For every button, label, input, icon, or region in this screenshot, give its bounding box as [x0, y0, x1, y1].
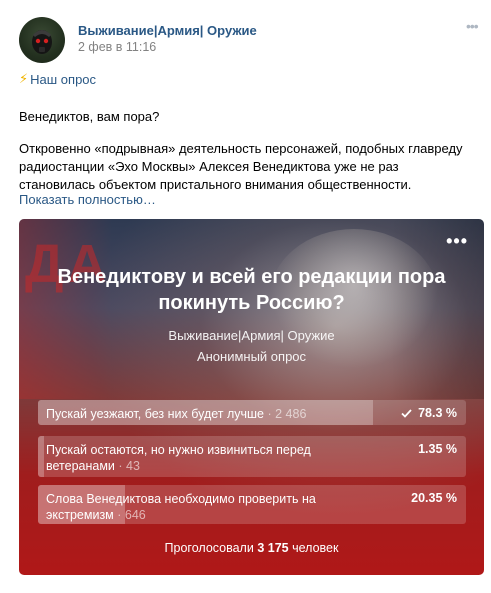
post-text-paragraph: Откровенно «подрывная» деятельность перс…	[19, 141, 463, 192]
poll-answer[interactable]: Пускай уезжают, без них будет лучше · 2 …	[38, 400, 466, 425]
poll-type: Анонимный опрос	[196, 349, 307, 364]
checkmark-icon	[401, 408, 412, 418]
poll: ДА ••• Венедиктову и всей его редакции п…	[19, 219, 484, 575]
more-dots-icon[interactable]: •••	[466, 18, 479, 34]
poll-answer[interactable]: Слова Венедиктова необходимо проверить н…	[38, 485, 466, 524]
poll-answer-percent: 20.35 %	[411, 491, 457, 505]
avatar[interactable]	[19, 17, 65, 63]
poll-answer-percent: 78.3 %	[401, 406, 457, 420]
poll-answer-bar	[38, 436, 44, 477]
post: Выживание|Армия| Оружие 2 фев в 11:16 ••…	[0, 0, 491, 593]
post-tag-label: Наш опрос	[30, 71, 97, 87]
poll-answer[interactable]: Пускай остаются, но нужно извиниться пер…	[38, 436, 466, 477]
poll-author[interactable]: Выживание|Армия| Оружие	[19, 328, 484, 343]
poll-answer-label: Пускай уезжают, без них будет лучше · 2 …	[46, 407, 307, 421]
poll-answer-count: · 2 486	[267, 407, 307, 421]
poll-title: Венедиктову и всей его редакции пора пок…	[57, 266, 446, 314]
post-date[interactable]: 2 фев в 11:16	[78, 40, 156, 54]
poll-answer-percent: 1.35 %	[418, 442, 457, 456]
poll-answer-count: · 646	[117, 508, 146, 522]
poll-answer-count: · 43	[118, 459, 140, 473]
poll-voted-count[interactable]: Проголосовали 3 175 человек	[19, 541, 484, 555]
poll-answer-label: Пускай остаются, но нужно извиниться пер…	[46, 443, 311, 473]
poll-answer-label: Слова Венедиктова необходимо проверить н…	[46, 492, 316, 522]
post-text-title: Венедиктов, вам пора?	[19, 109, 160, 124]
post-tag[interactable]: ⚡ Наш опрос	[19, 71, 96, 87]
poll-menu-icon[interactable]: •••	[446, 231, 468, 252]
lightning-icon: ⚡	[19, 71, 29, 86]
show-more-link[interactable]: Показать полностью…	[19, 192, 156, 207]
skull-mask-icon	[32, 30, 52, 54]
author-link[interactable]: Выживание|Армия| Оружие	[78, 23, 257, 38]
